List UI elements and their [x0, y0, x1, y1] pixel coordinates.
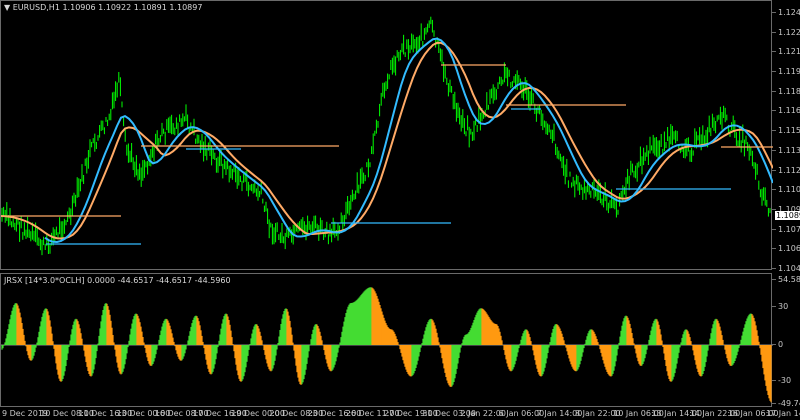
chart-title: ▼ EURUSD,H1 1.10906 1.10922 1.10891 1.10… [4, 3, 202, 12]
price-label: 1.11080 [778, 185, 800, 195]
indicator-scale-label: 0 [778, 340, 784, 349]
indicator-title: JRSX [14*3.0*OCLH] 0.0000 -44.6517 -44.6… [4, 276, 231, 285]
price-tick [772, 12, 776, 13]
price-label: 1.11225 [778, 165, 800, 175]
price-tick [772, 71, 776, 73]
price-tick [772, 208, 776, 210]
price-tick [772, 130, 776, 132]
price-tick [772, 189, 776, 191]
price-label: 1.10635 [778, 244, 800, 254]
price-label: 1.11965 [778, 67, 800, 77]
symbol-timeframe: EURUSD,H1 [12, 3, 60, 12]
ohlc-values: 1.10906 1.10922 1.10891 1.10897 [62, 3, 203, 12]
indicator-tick [772, 306, 776, 307]
indicator-scale[interactable]: 54.5871300-30-49.7435 [772, 273, 800, 408]
fast-moving-average-line [44, 37, 773, 243]
price-label: 1.12255 [778, 27, 800, 37]
current-price-label: 1.10897 [775, 211, 800, 220]
price-chart-canvas [1, 16, 773, 256]
price-label: 1.11370 [778, 145, 800, 155]
price-chart-pane[interactable]: ▼ EURUSD,H1 1.10906 1.10922 1.10891 1.10… [0, 0, 773, 270]
indicator-scale-label: 30 [778, 302, 789, 311]
indicator-scale-label: 54.5871 [778, 275, 800, 284]
time-label: 17 Jan 14:00 [766, 409, 800, 418]
candles-group [1, 16, 771, 256]
price-tick [772, 51, 776, 53]
price-tick [772, 268, 776, 269]
price-tick [772, 248, 776, 250]
price-label: 1.10785 [778, 224, 800, 234]
indicator-canvas [1, 287, 773, 403]
price-tick [772, 169, 776, 171]
price-tick [772, 31, 776, 33]
symbol-dropdown-icon[interactable]: ▼ [4, 3, 10, 12]
price-label: 1.11515 [778, 126, 800, 136]
indicator-scale-label: -30 [778, 376, 792, 385]
price-scale[interactable]: 1.12400 1.12255 1.12110 1.11965 1.11810 1.116… [772, 0, 800, 273]
price-tick [772, 228, 776, 230]
indicator-tick [772, 279, 776, 280]
price-label: 1.10490 [778, 264, 800, 273]
indicator-pane[interactable]: JRSX [14*3.0*OCLH] 0.0000 -44.6517 -44.6… [0, 273, 773, 407]
price-tick [772, 149, 776, 151]
time-axis[interactable]: 9 Dec 2019 10 Dec 08:00 11 Dec 16:00 13 Dec… [0, 407, 800, 420]
price-tick [772, 110, 776, 112]
price-label: 1.11660 [778, 106, 800, 116]
indicator-tick [772, 344, 776, 345]
price-tick [772, 90, 776, 92]
indicator-tick [772, 380, 776, 381]
price-label: 1.12400 [778, 8, 800, 17]
price-label: 1.11810 [778, 86, 800, 96]
indicator-tick [772, 403, 776, 404]
price-label: 1.12110 [778, 47, 800, 57]
